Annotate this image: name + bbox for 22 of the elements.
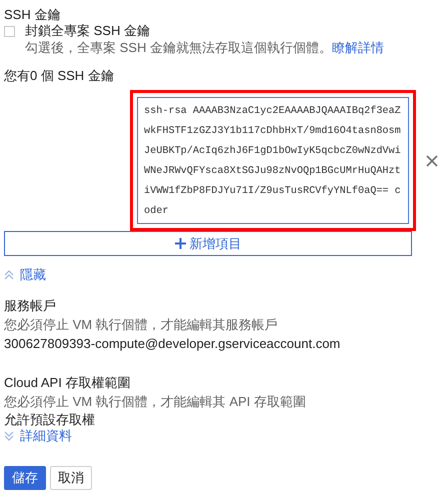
checkbox-label: 封鎖全專案 SSH 金鑰 xyxy=(25,23,150,39)
hint-text: 勾選後，全專案 SSH 金鑰就無法存取這個執行個體。 xyxy=(25,40,332,55)
toggle-link[interactable]: 隱藏 xyxy=(4,265,46,285)
note-text: 您必須停止 VM 執行個體，才能編輯其服務帳戶 xyxy=(4,316,279,334)
section-title: 服務帳戶 xyxy=(4,297,57,315)
note-text: 您必須停止 VM 執行個體，才能編輯其 API 存取範圍 xyxy=(4,393,307,411)
add-item-button[interactable]: 新增項目 xyxy=(4,231,412,256)
checkbox[interactable] xyxy=(4,26,15,36)
key-count: 您有0 個 SSH 金鑰 xyxy=(4,68,115,84)
plus-icon xyxy=(174,238,186,249)
scope-value: 允許預設存取權 xyxy=(4,411,96,428)
toggle-link[interactable]: 詳細資料 xyxy=(4,426,72,446)
close-icon[interactable] xyxy=(426,154,438,166)
action-button[interactable]: 取消 xyxy=(50,466,92,490)
chevron-up-icon xyxy=(4,270,14,280)
section-title: SSH 金鑰 xyxy=(4,7,62,23)
chevron-down-icon xyxy=(4,431,14,441)
service-account-email: 300627809393-compute@developer.gserviceaccount.com xyxy=(4,335,342,353)
section-title: Cloud API 存取權範圍 xyxy=(4,374,132,392)
ssh-key-field[interactable]: ssh-rsa AAAAB3NzaC1yc2EAAAABJQAAAIBq2f3eaZwkFHSTF1zGZJ3Y1b117cDhbHxT/9md16O4tasn8osmJeUBKTp/AcIq6zhJ6F1gD1bOwIyK5qcbcZ0wNzdVwiWNeJRWvQFYsca8XtSGJu98zNvOQp1BGcUMrHuQAHztiVWW1fZbP8FDJYu71I/Z9usTusRCVfyYNLf0aQ== coder xyxy=(137,97,409,224)
learn-more-link[interactable]: 瞭解詳情 xyxy=(332,40,384,55)
action-button[interactable]: 儲存 xyxy=(4,466,46,490)
